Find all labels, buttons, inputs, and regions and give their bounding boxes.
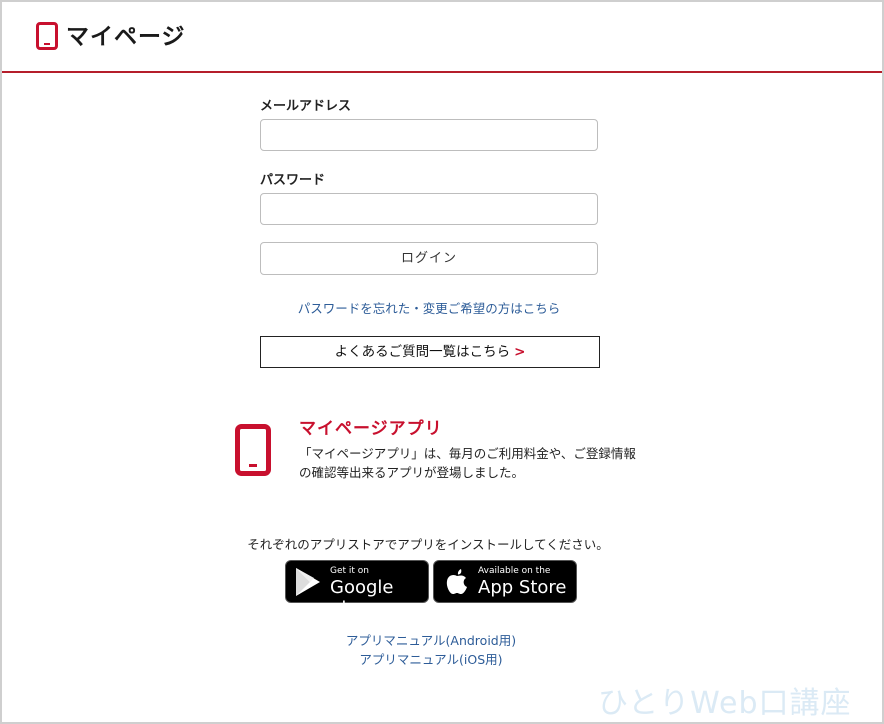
- apple-icon: [444, 566, 470, 600]
- app-store-badge[interactable]: Available on the App Store: [433, 560, 577, 603]
- google-play-small-text: Get it on: [330, 566, 370, 576]
- faq-label: よくあるご質問一覧はこちら: [334, 344, 511, 360]
- install-instruction: それぞれのアプリストアでアプリをインストールしてください。: [247, 537, 609, 552]
- watermark: ひとりWeb口講座: [598, 686, 852, 721]
- email-field[interactable]: [260, 119, 598, 151]
- faq-arrow-icon: >: [514, 344, 526, 360]
- smartphone-icon: [36, 22, 58, 54]
- android-manual-link[interactable]: アプリマニュアル(Android用): [2, 630, 860, 649]
- google-play-badge[interactable]: Get it on Google play: [285, 560, 429, 619]
- app-store-big-text: App Store: [478, 577, 567, 598]
- password-field[interactable]: [260, 193, 598, 225]
- google-play-big-text: Google play: [330, 577, 394, 619]
- header: マイページ: [2, 2, 882, 73]
- forgot-password-link[interactable]: パスワードを忘れた・変更ご希望の方はこちら: [260, 298, 598, 317]
- google-play-icon: [294, 567, 322, 601]
- password-label: パスワード: [260, 173, 326, 188]
- ios-manual-link[interactable]: アプリマニュアル(iOS用): [2, 649, 860, 668]
- faq-button[interactable]: よくあるご質問一覧はこちら >: [260, 336, 600, 368]
- app-section-title: マイページアプリ: [299, 419, 443, 439]
- smartphone-icon: [235, 424, 271, 480]
- app-description: 「マイページアプリ」は、毎月のご利用料金や、ご登録情報の確認等出来るアプリが登場…: [299, 446, 636, 480]
- email-label: メールアドレス: [260, 99, 352, 114]
- page-title: マイページ: [66, 24, 186, 50]
- app-store-small-text: Available on the: [478, 566, 551, 576]
- login-button[interactable]: ログイン: [260, 242, 598, 275]
- page-frame: マイページ メールアドレス パスワード ログイン パスワードを忘れた・変更ご希望…: [0, 0, 884, 724]
